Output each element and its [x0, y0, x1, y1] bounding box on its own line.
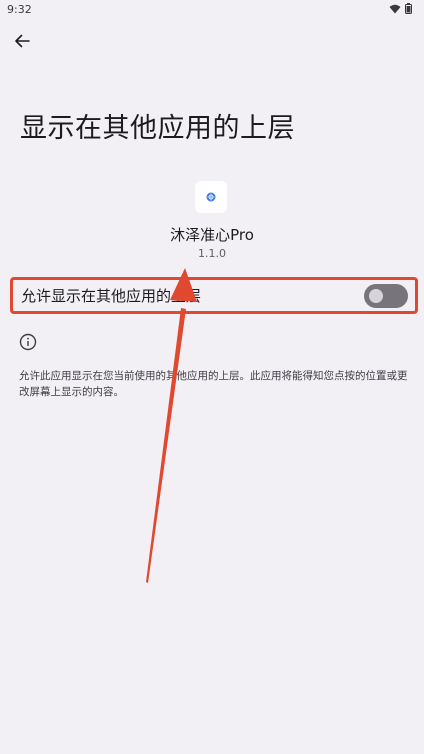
page-title: 显示在其他应用的上层 — [20, 113, 295, 144]
app-version: 1.1.0 — [198, 247, 226, 260]
wifi-icon — [389, 4, 401, 13]
battery-icon — [405, 3, 412, 14]
info-icon — [19, 333, 37, 351]
status-icons — [389, 3, 412, 14]
permission-label: 允许显示在其他应用的上层 — [21, 287, 202, 305]
permission-description: 允许此应用显示在您当前使用的其他应用的上层。此应用将能得知您点按的位置或更改屏幕… — [19, 370, 408, 398]
toggle-knob — [369, 288, 383, 303]
arrow-back-icon — [15, 34, 30, 48]
app-name: 沐泽准心Pro — [170, 226, 254, 244]
status-bar: 9:32 — [0, 0, 424, 20]
app-icon — [195, 181, 227, 213]
status-time: 9:32 — [7, 3, 32, 16]
back-button[interactable] — [10, 29, 34, 53]
permission-row[interactable]: 允许显示在其他应用的上层 — [10, 277, 418, 314]
overlay-permission-toggle[interactable] — [364, 283, 408, 308]
crosshair-icon — [206, 192, 216, 202]
